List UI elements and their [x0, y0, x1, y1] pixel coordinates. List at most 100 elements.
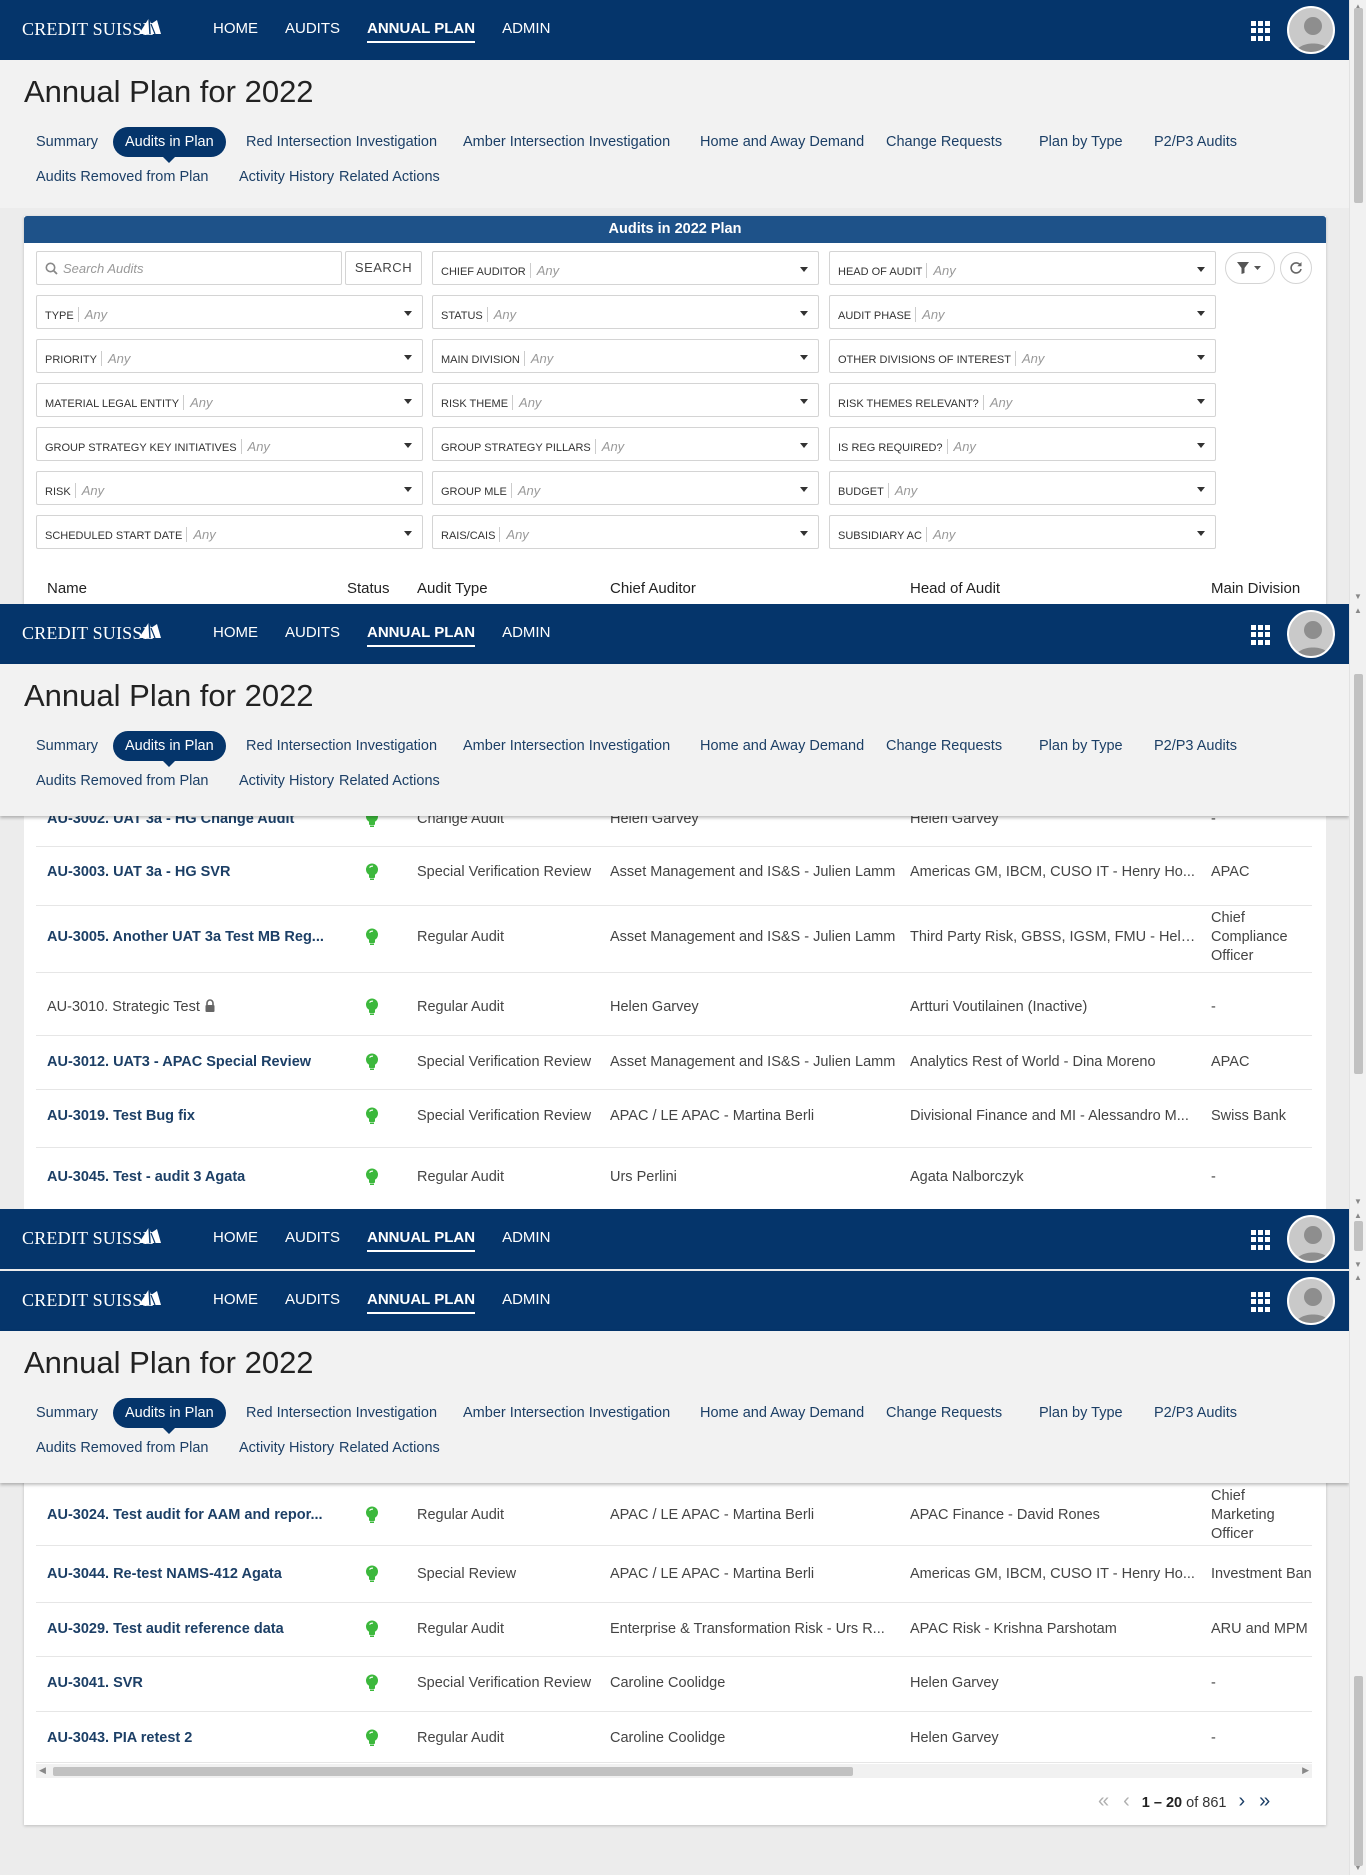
- filter-type[interactable]: TYPE Any: [36, 295, 423, 329]
- audit-name-link[interactable]: AU-3012. UAT3 - APAC Special Review: [47, 1053, 332, 1072]
- tab-p2-p3-audits[interactable]: P2/P3 Audits: [1142, 731, 1249, 761]
- column-header-head-of-audit[interactable]: Head of Audit: [910, 580, 1000, 597]
- filter-group-mle[interactable]: GROUP MLE Any: [432, 471, 819, 505]
- audit-name-link[interactable]: AU-3019. Test Bug fix: [47, 1107, 332, 1126]
- nav-audits[interactable]: AUDITS: [285, 604, 340, 664]
- audit-name-link[interactable]: AU-3024. Test audit for AAM and repor...: [47, 1506, 332, 1525]
- tab-audits-in-plan[interactable]: Audits in Plan: [113, 731, 226, 767]
- tab-amber-intersection-investigation[interactable]: Amber Intersection Investigation: [451, 1398, 682, 1428]
- nav-annual-plan[interactable]: ANNUAL PLAN: [367, 1228, 476, 1252]
- audit-name-link[interactable]: AU-3005. Another UAT 3a Test MB Reg...: [47, 928, 332, 947]
- filter-budget[interactable]: BUDGET Any: [829, 471, 1216, 505]
- tab-related-actions[interactable]: Related Actions: [327, 1433, 452, 1463]
- audit-name-link[interactable]: AU-3044. Re-test NAMS-412 Agata: [47, 1565, 332, 1584]
- brand-logo[interactable]: CREDIT SUISSE: [22, 621, 161, 644]
- nav-annual-plan[interactable]: ANNUAL PLAN: [367, 623, 476, 647]
- app-grid-icon[interactable]: [1251, 21, 1271, 41]
- tab-plan-by-type[interactable]: Plan by Type: [1027, 731, 1135, 761]
- tab-summary[interactable]: Summary: [24, 731, 110, 761]
- filter-group-strategy-pillars[interactable]: GROUP STRATEGY PILLARS Any: [432, 427, 819, 461]
- filter-risk-theme[interactable]: RISK THEME Any: [432, 383, 819, 417]
- tab-home-and-away-demand[interactable]: Home and Away Demand: [688, 1398, 876, 1428]
- audit-name-link[interactable]: AU-3010. Strategic Test: [47, 998, 332, 1017]
- filter-head-of-audit[interactable]: HEAD OF AUDIT Any: [829, 251, 1216, 285]
- nav-home[interactable]: HOME: [213, 604, 258, 664]
- filter-main-division[interactable]: MAIN DIVISION Any: [432, 339, 819, 373]
- filter-other-divisions-of-interest[interactable]: OTHER DIVISIONS OF INTEREST Any: [829, 339, 1216, 373]
- user-avatar[interactable]: [1287, 610, 1335, 658]
- column-header-chief-auditor[interactable]: Chief Auditor: [610, 580, 696, 597]
- tab-audits-removed-from-plan[interactable]: Audits Removed from Plan: [24, 766, 220, 796]
- user-avatar[interactable]: [1287, 1215, 1335, 1263]
- vertical-scrollbar[interactable]: ▲ ▼: [1349, 1209, 1366, 1272]
- tab-change-requests[interactable]: Change Requests: [874, 731, 1014, 761]
- nav-annual-plan[interactable]: ANNUAL PLAN: [367, 1290, 476, 1314]
- user-avatar[interactable]: [1287, 6, 1335, 54]
- audit-name-link[interactable]: AU-3043. PIA retest 2: [47, 1729, 332, 1748]
- vertical-scrollbar[interactable]: ▲ ▼: [1349, 1271, 1366, 1875]
- tab-plan-by-type[interactable]: Plan by Type: [1027, 127, 1135, 157]
- nav-home[interactable]: HOME: [213, 1271, 258, 1331]
- tab-red-intersection-investigation[interactable]: Red Intersection Investigation: [234, 731, 449, 761]
- tab-summary[interactable]: Summary: [24, 127, 110, 157]
- filter-material-legal-entity[interactable]: MATERIAL LEGAL ENTITY Any: [36, 383, 423, 417]
- tab-audits-in-plan[interactable]: Audits in Plan: [113, 1398, 226, 1434]
- tab-change-requests[interactable]: Change Requests: [874, 127, 1014, 157]
- nav-annual-plan[interactable]: ANNUAL PLAN: [367, 19, 476, 43]
- vertical-scrollbar[interactable]: ▲ ▼: [1349, 0, 1366, 604]
- nav-admin[interactable]: ADMIN: [502, 1271, 550, 1331]
- tab-related-actions[interactable]: Related Actions: [327, 766, 452, 796]
- filter-scheduled-start-date[interactable]: SCHEDULED START DATE Any: [36, 515, 423, 549]
- tab-audits-in-plan[interactable]: Audits in Plan: [113, 127, 226, 163]
- tab-amber-intersection-investigation[interactable]: Amber Intersection Investigation: [451, 731, 682, 761]
- nav-audits[interactable]: AUDITS: [285, 1271, 340, 1331]
- audit-name-link[interactable]: AU-3041. SVR: [47, 1674, 332, 1693]
- tab-p2-p3-audits[interactable]: P2/P3 Audits: [1142, 1398, 1249, 1428]
- tab-related-actions[interactable]: Related Actions: [327, 162, 452, 192]
- tab-summary[interactable]: Summary: [24, 1398, 110, 1428]
- nav-home[interactable]: HOME: [213, 1209, 258, 1269]
- tab-audits-removed-from-plan[interactable]: Audits Removed from Plan: [24, 162, 220, 192]
- first-page-icon[interactable]: «: [1098, 1790, 1109, 1812]
- app-grid-icon[interactable]: [1251, 1292, 1271, 1312]
- vertical-scrollbar[interactable]: ▲ ▼: [1349, 604, 1366, 1209]
- filter-rais-cais[interactable]: RAIS/CAIS Any: [432, 515, 819, 549]
- filter-chief-auditor[interactable]: CHIEF AUDITOR Any: [432, 251, 819, 285]
- filter-status[interactable]: STATUS Any: [432, 295, 819, 329]
- audit-name-link[interactable]: AU-3003. UAT 3a - HG SVR: [47, 863, 332, 882]
- tab-red-intersection-investigation[interactable]: Red Intersection Investigation: [234, 127, 449, 157]
- nav-admin[interactable]: ADMIN: [502, 1209, 550, 1269]
- filter-audit-phase[interactable]: AUDIT PHASE Any: [829, 295, 1216, 329]
- brand-logo[interactable]: CREDIT SUISSE: [22, 17, 161, 40]
- tab-amber-intersection-investigation[interactable]: Amber Intersection Investigation: [451, 127, 682, 157]
- column-header-status[interactable]: Status: [347, 580, 390, 597]
- column-header-audit-type[interactable]: Audit Type: [417, 580, 488, 597]
- horizontal-scrollbar[interactable]: ◀ ▶: [36, 1764, 1312, 1778]
- nav-audits[interactable]: AUDITS: [285, 1209, 340, 1269]
- nav-admin[interactable]: ADMIN: [502, 0, 550, 60]
- filter-menu-button[interactable]: [1225, 252, 1275, 284]
- app-grid-icon[interactable]: [1251, 1230, 1271, 1250]
- audit-name-link[interactable]: AU-3045. Test - audit 3 Agata: [47, 1168, 332, 1187]
- nav-home[interactable]: HOME: [213, 0, 258, 60]
- prev-page-icon[interactable]: ‹: [1123, 1790, 1130, 1812]
- tab-change-requests[interactable]: Change Requests: [874, 1398, 1014, 1428]
- nav-audits[interactable]: AUDITS: [285, 0, 340, 60]
- filter-risk[interactable]: RISK Any: [36, 471, 423, 505]
- next-page-icon[interactable]: ›: [1238, 1790, 1245, 1812]
- brand-logo[interactable]: CREDIT SUISSE: [22, 1288, 161, 1311]
- tab-audits-removed-from-plan[interactable]: Audits Removed from Plan: [24, 1433, 220, 1463]
- search-input[interactable]: Search Audits: [36, 251, 342, 285]
- filter-priority[interactable]: PRIORITY Any: [36, 339, 423, 373]
- column-header-name[interactable]: Name: [47, 580, 87, 597]
- app-grid-icon[interactable]: [1251, 625, 1271, 645]
- filter-subsidiary-ac[interactable]: SUBSIDIARY AC Any: [829, 515, 1216, 549]
- filter-risk-themes-relevant[interactable]: RISK THEMES RELEVANT? Any: [829, 383, 1216, 417]
- nav-admin[interactable]: ADMIN: [502, 604, 550, 664]
- audit-name-link[interactable]: AU-3029. Test audit reference data: [47, 1620, 332, 1639]
- filter-is-reg-required[interactable]: IS REG REQUIRED? Any: [829, 427, 1216, 461]
- tab-red-intersection-investigation[interactable]: Red Intersection Investigation: [234, 1398, 449, 1428]
- user-avatar[interactable]: [1287, 1277, 1335, 1325]
- tab-home-and-away-demand[interactable]: Home and Away Demand: [688, 127, 876, 157]
- brand-logo[interactable]: CREDIT SUISSE: [22, 1226, 161, 1249]
